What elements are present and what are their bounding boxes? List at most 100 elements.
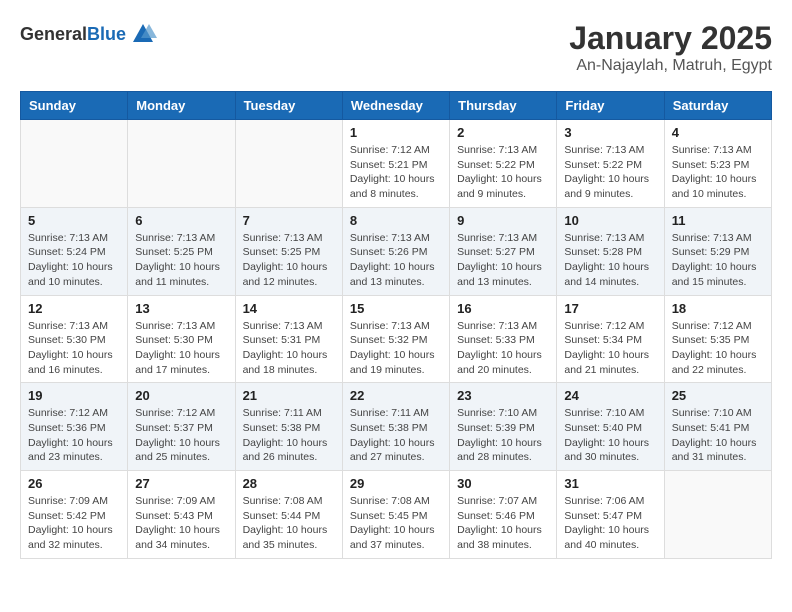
- calendar-cell: 13 Sunrise: 7:13 AM Sunset: 5:30 PM Dayli…: [128, 295, 235, 383]
- day-number: 9: [457, 213, 549, 228]
- day-number: 3: [564, 125, 656, 140]
- logo-general-text: GeneralBlue: [20, 24, 126, 45]
- cell-info: Sunrise: 7:10 AM Sunset: 5:41 PM Dayligh…: [672, 406, 764, 465]
- calendar-cell: 27 Sunrise: 7:09 AM Sunset: 5:43 PM Dayli…: [128, 471, 235, 559]
- calendar-cell: 24Sunrise: 7:10 AM Sunset: 5:40 PM Dayli…: [557, 383, 664, 471]
- calendar-cell: 23 Sunrise: 7:10 AM Sunset: 5:39 PM Dayli…: [450, 383, 557, 471]
- day-number: 30: [457, 476, 549, 491]
- calendar-cell: 25 Sunrise: 7:10 AM Sunset: 5:41 PM Dayli…: [664, 383, 771, 471]
- location-title: An-Najaylah, Matruh, Egypt: [569, 57, 772, 75]
- day-number: 2: [457, 125, 549, 140]
- calendar-cell: [128, 120, 235, 208]
- day-number: 19: [28, 388, 120, 403]
- day-number: 27: [135, 476, 227, 491]
- cell-info: Sunrise: 7:12 AM Sunset: 5:37 PM Dayligh…: [135, 406, 227, 465]
- logo: GeneralBlue: [20, 20, 157, 48]
- weekday-header-wednesday: Wednesday: [342, 92, 449, 120]
- cell-info: Sunrise: 7:13 AM Sunset: 5:22 PM Dayligh…: [457, 143, 549, 202]
- day-number: 14: [243, 301, 335, 316]
- day-number: 25: [672, 388, 764, 403]
- logo-icon: [129, 20, 157, 48]
- calendar-cell: 6Sunrise: 7:13 AM Sunset: 5:25 PM Daylig…: [128, 207, 235, 295]
- calendar-cell: 18 Sunrise: 7:12 AM Sunset: 5:35 PM Dayli…: [664, 295, 771, 383]
- calendar-week-row: 12 Sunrise: 7:13 AM Sunset: 5:30 PM Dayli…: [21, 295, 772, 383]
- calendar-cell: 3 Sunrise: 7:13 AM Sunset: 5:22 PM Daylig…: [557, 120, 664, 208]
- weekday-header-tuesday: Tuesday: [235, 92, 342, 120]
- cell-info: Sunrise: 7:13 AM Sunset: 5:25 PM Dayligh…: [243, 231, 335, 290]
- title-block: January 2025 An-Najaylah, Matruh, Egypt: [569, 20, 772, 75]
- weekday-header-friday: Friday: [557, 92, 664, 120]
- day-number: 4: [672, 125, 764, 140]
- cell-info: Sunrise: 7:13 AM Sunset: 5:27 PM Dayligh…: [457, 231, 549, 290]
- calendar-cell: 14Sunrise: 7:13 AM Sunset: 5:31 PM Dayli…: [235, 295, 342, 383]
- calendar-cell: 5 Sunrise: 7:13 AM Sunset: 5:24 PM Daylig…: [21, 207, 128, 295]
- day-number: 17: [564, 301, 656, 316]
- cell-info: Sunrise: 7:10 AM Sunset: 5:39 PM Dayligh…: [457, 406, 549, 465]
- day-number: 16: [457, 301, 549, 316]
- cell-info: Sunrise: 7:13 AM Sunset: 5:33 PM Dayligh…: [457, 319, 549, 378]
- cell-info: Sunrise: 7:07 AM Sunset: 5:46 PM Dayligh…: [457, 494, 549, 553]
- calendar-cell: 4 Sunrise: 7:13 AM Sunset: 5:23 PM Daylig…: [664, 120, 771, 208]
- cell-info: Sunrise: 7:09 AM Sunset: 5:43 PM Dayligh…: [135, 494, 227, 553]
- cell-info: Sunrise: 7:13 AM Sunset: 5:30 PM Dayligh…: [28, 319, 120, 378]
- calendar-cell: 7 Sunrise: 7:13 AM Sunset: 5:25 PM Daylig…: [235, 207, 342, 295]
- cell-info: Sunrise: 7:06 AM Sunset: 5:47 PM Dayligh…: [564, 494, 656, 553]
- day-number: 13: [135, 301, 227, 316]
- cell-info: Sunrise: 7:08 AM Sunset: 5:44 PM Dayligh…: [243, 494, 335, 553]
- day-number: 8: [350, 213, 442, 228]
- calendar-cell: 29Sunrise: 7:08 AM Sunset: 5:45 PM Dayli…: [342, 471, 449, 559]
- day-number: 29: [350, 476, 442, 491]
- calendar-cell: 9 Sunrise: 7:13 AM Sunset: 5:27 PM Daylig…: [450, 207, 557, 295]
- calendar-cell: 28 Sunrise: 7:08 AM Sunset: 5:44 PM Dayli…: [235, 471, 342, 559]
- calendar-cell: 8 Sunrise: 7:13 AM Sunset: 5:26 PM Daylig…: [342, 207, 449, 295]
- cell-info: Sunrise: 7:13 AM Sunset: 5:32 PM Dayligh…: [350, 319, 442, 378]
- day-number: 26: [28, 476, 120, 491]
- cell-info: Sunrise: 7:13 AM Sunset: 5:26 PM Dayligh…: [350, 231, 442, 290]
- cell-info: Sunrise: 7:13 AM Sunset: 5:30 PM Dayligh…: [135, 319, 227, 378]
- calendar-cell: [664, 471, 771, 559]
- calendar-week-row: 5 Sunrise: 7:13 AM Sunset: 5:24 PM Daylig…: [21, 207, 772, 295]
- calendar-cell: 26 Sunrise: 7:09 AM Sunset: 5:42 PM Dayli…: [21, 471, 128, 559]
- cell-info: Sunrise: 7:12 AM Sunset: 5:21 PM Dayligh…: [350, 143, 442, 202]
- calendar-cell: 15 Sunrise: 7:13 AM Sunset: 5:32 PM Dayli…: [342, 295, 449, 383]
- day-number: 7: [243, 213, 335, 228]
- day-number: 6: [135, 213, 227, 228]
- day-number: 5: [28, 213, 120, 228]
- calendar-cell: 30 Sunrise: 7:07 AM Sunset: 5:46 PM Dayli…: [450, 471, 557, 559]
- month-title: January 2025: [569, 20, 772, 57]
- calendar-cell: 1 Sunrise: 7:12 AM Sunset: 5:21 PM Daylig…: [342, 120, 449, 208]
- calendar-cell: 17Sunrise: 7:12 AM Sunset: 5:34 PM Dayli…: [557, 295, 664, 383]
- calendar-cell: 22Sunrise: 7:11 AM Sunset: 5:38 PM Dayli…: [342, 383, 449, 471]
- day-number: 15: [350, 301, 442, 316]
- day-number: 28: [243, 476, 335, 491]
- day-number: 1: [350, 125, 442, 140]
- calendar-cell: 11Sunrise: 7:13 AM Sunset: 5:29 PM Dayli…: [664, 207, 771, 295]
- weekday-header-saturday: Saturday: [664, 92, 771, 120]
- cell-info: Sunrise: 7:09 AM Sunset: 5:42 PM Dayligh…: [28, 494, 120, 553]
- calendar-cell: 19Sunrise: 7:12 AM Sunset: 5:36 PM Dayli…: [21, 383, 128, 471]
- calendar-cell: 21Sunrise: 7:11 AM Sunset: 5:38 PM Dayli…: [235, 383, 342, 471]
- weekday-header-row: SundayMondayTuesdayWednesdayThursdayFrid…: [21, 92, 772, 120]
- page-header: GeneralBlue January 2025 An-Najaylah, Ma…: [20, 20, 772, 75]
- cell-info: Sunrise: 7:13 AM Sunset: 5:23 PM Dayligh…: [672, 143, 764, 202]
- weekday-header-sunday: Sunday: [21, 92, 128, 120]
- calendar-cell: 10Sunrise: 7:13 AM Sunset: 5:28 PM Dayli…: [557, 207, 664, 295]
- cell-info: Sunrise: 7:13 AM Sunset: 5:22 PM Dayligh…: [564, 143, 656, 202]
- cell-info: Sunrise: 7:13 AM Sunset: 5:29 PM Dayligh…: [672, 231, 764, 290]
- cell-info: Sunrise: 7:10 AM Sunset: 5:40 PM Dayligh…: [564, 406, 656, 465]
- calendar-week-row: 1 Sunrise: 7:12 AM Sunset: 5:21 PM Daylig…: [21, 120, 772, 208]
- calendar-cell: 31 Sunrise: 7:06 AM Sunset: 5:47 PM Dayli…: [557, 471, 664, 559]
- day-number: 12: [28, 301, 120, 316]
- day-number: 18: [672, 301, 764, 316]
- day-number: 23: [457, 388, 549, 403]
- day-number: 31: [564, 476, 656, 491]
- day-number: 20: [135, 388, 227, 403]
- calendar-cell: 20 Sunrise: 7:12 AM Sunset: 5:37 PM Dayli…: [128, 383, 235, 471]
- day-number: 10: [564, 213, 656, 228]
- cell-info: Sunrise: 7:13 AM Sunset: 5:24 PM Dayligh…: [28, 231, 120, 290]
- cell-info: Sunrise: 7:12 AM Sunset: 5:35 PM Dayligh…: [672, 319, 764, 378]
- calendar-cell: [235, 120, 342, 208]
- calendar-cell: 12 Sunrise: 7:13 AM Sunset: 5:30 PM Dayli…: [21, 295, 128, 383]
- calendar-cell: [21, 120, 128, 208]
- cell-info: Sunrise: 7:11 AM Sunset: 5:38 PM Dayligh…: [243, 406, 335, 465]
